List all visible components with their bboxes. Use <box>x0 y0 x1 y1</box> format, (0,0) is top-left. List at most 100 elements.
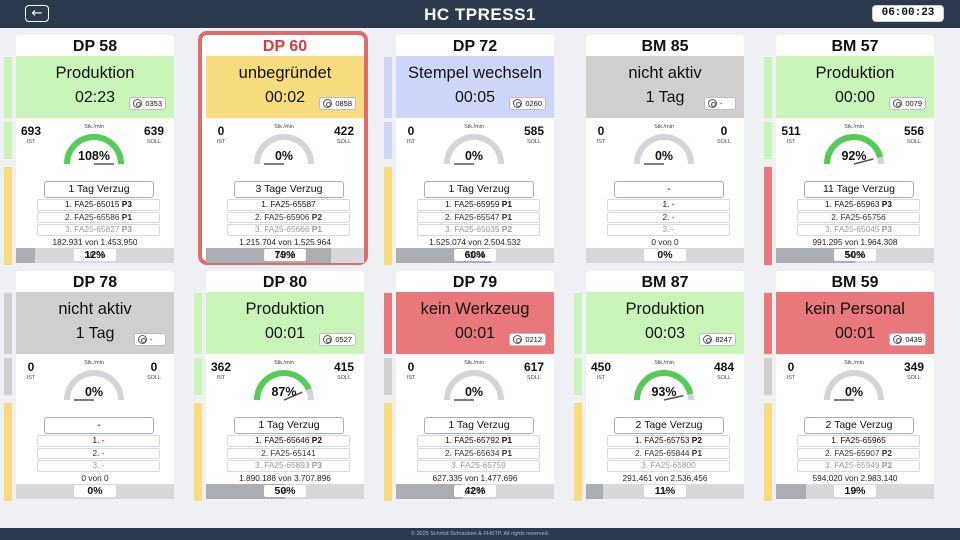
ist-number: 362 <box>210 360 232 374</box>
delay-badge: - <box>44 417 154 434</box>
order-row: 3. FA25-65035 P2 <box>417 224 540 236</box>
ist-value: 0 IST <box>392 124 430 145</box>
order-id: FA25-65586 <box>74 211 120 222</box>
order-row: 2. - <box>37 447 160 459</box>
arrow-left-icon: ← <box>31 6 43 21</box>
status-strip <box>384 403 392 501</box>
ist-value: 362 IST <box>202 360 240 381</box>
order-id: - <box>671 224 675 234</box>
rate-gauge: Stk./min 0% <box>629 124 699 174</box>
rate-gauge: Stk./min 0% <box>249 124 319 174</box>
user-icon <box>893 335 903 344</box>
status-panel: Produktion 02:23 0353 <box>16 56 174 118</box>
machine-card[interactable]: DP 78 nicht aktiv 1 Tag -0 IST 0 SOLL Stk./min 0… <box>4 271 174 501</box>
order-row: 2. FA25-65586 P1 <box>37 211 160 223</box>
status-strip <box>194 358 202 395</box>
order-row: 3. FA25-65893 P3 <box>227 460 350 472</box>
machine-card[interactable]: BM 87 Produktion 00:03 8247 450 IST 484 SOLL Stk… <box>574 271 744 501</box>
operator-id: - <box>150 335 153 344</box>
order-total: 0 von 0 <box>651 237 679 247</box>
order-priority: P2 <box>311 435 322 445</box>
delay-badge: 3 Tage Verzug <box>234 181 344 198</box>
machine-name: BM 57 <box>831 38 879 55</box>
order-row: 3. - <box>607 224 730 236</box>
gauge-percent: 0% <box>464 149 484 163</box>
order-total: 1.215.704 von 1.525.964 <box>239 237 331 247</box>
ist-number: 450 <box>590 360 612 374</box>
order-row: 1. FA25-65959 P1 <box>417 199 540 211</box>
order-id: FA25-65949 <box>834 460 880 470</box>
machine-card[interactable]: DP 72 Stempel wechseln 00:05 0260 0 IST 585 SOL… <box>384 35 554 265</box>
machine-card[interactable]: DP 60 unbegründet 00:02 0858 0 IST 422 SOLL Stk.… <box>194 31 368 265</box>
operator-id: 0212 <box>525 335 542 344</box>
user-icon <box>513 99 523 108</box>
back-button[interactable]: ← <box>25 5 49 22</box>
order-priority: P2 <box>691 435 702 445</box>
order-number: 2. <box>261 447 269 458</box>
order-number: 3. <box>825 460 832 470</box>
soll-number: 639 <box>143 124 165 138</box>
ist-value: 0 IST <box>392 360 430 381</box>
status-text: kein Personal <box>805 300 905 318</box>
delay-badge: 1 Tag Verzug <box>234 417 344 434</box>
machine-card[interactable]: DP 80 Produktion 00:01 0527 362 IST 415 SOLL Stk… <box>194 271 364 501</box>
order-number: 2. <box>635 447 642 458</box>
order-row: 1. FA25-65015 P3 <box>37 199 160 211</box>
order-row: 3. - <box>37 460 160 472</box>
order-number: 1. <box>445 435 452 445</box>
rate-gauge: Stk./min 0% <box>439 360 509 410</box>
order-list: 1. FA25-65792 P1 2. FA25-65634 P1 3. FA25-… <box>417 435 540 473</box>
machine-card[interactable]: BM 85 nicht aktiv 1 Tag -0 IST 0 SOLL Stk./min 0… <box>574 35 744 263</box>
order-id: - <box>101 435 105 445</box>
order-id: FA25-65634 <box>454 447 500 458</box>
operator-id: 0439 <box>905 335 922 344</box>
status-strip <box>574 403 582 501</box>
ist-label: IST <box>26 139 36 145</box>
order-number: 3. <box>451 460 459 470</box>
order-row: 3. FA25-65827 P3 <box>37 224 160 236</box>
order-id: FA25-65035 <box>454 224 500 234</box>
clock: 06:00:23 <box>872 5 944 22</box>
machine-card[interactable]: BM 57 Produktion 00:00 0079 511 IST 556 SOLL Stk… <box>764 35 934 265</box>
status-strip <box>764 293 772 354</box>
status-strip <box>384 122 392 159</box>
order-priority: P2 <box>881 447 892 458</box>
order-priority: P3 <box>881 199 892 209</box>
status-panel: unbegründet 00:02 0858 <box>206 56 364 118</box>
operator-badge: 8247 <box>699 333 736 346</box>
order-priority: P3 <box>121 224 132 234</box>
ist-number: 511 <box>781 124 801 138</box>
status-panel: nicht aktiv 1 Tag - <box>586 56 744 118</box>
operator-badge: 0527 <box>319 333 356 346</box>
soll-value: 484 SOLL <box>704 360 744 381</box>
soll-label: SOLL <box>526 139 542 145</box>
status-panel: Produktion 00:03 8247 <box>586 292 744 354</box>
order-id: FA25-65959 <box>454 199 500 209</box>
soll-label: SOLL <box>906 139 922 145</box>
status-strip <box>764 358 772 395</box>
ist-label: IST <box>216 375 226 381</box>
status-strip <box>4 122 12 159</box>
order-number: 1. <box>92 435 100 445</box>
gauge-percent: 87% <box>271 385 297 399</box>
order-number: 2. <box>65 211 72 222</box>
order-id: FA25-65756 <box>840 211 886 222</box>
order-list: 1. FA25-65015 P3 2. FA25-65586 P1 3. FA25-… <box>37 199 160 237</box>
user-icon <box>893 99 903 108</box>
user-icon <box>323 335 333 344</box>
gauge-percent: 93% <box>651 385 677 399</box>
order-number: 3. <box>825 224 832 234</box>
machine-card[interactable]: DP 79 kein Werkzeug 00:01 0212 0 IST 617 SOLL St… <box>384 271 554 501</box>
ist-number: 0 <box>597 124 605 138</box>
soll-label: SOLL <box>526 375 542 381</box>
top-bar: ← HC TPRESS1 06:00:23 <box>0 0 960 28</box>
order-list: 1. FA25-65753 P2 2. FA25-65844 P1 3. FA25-… <box>607 435 730 473</box>
soll-label: SOLL <box>336 139 352 145</box>
soll-number: 0 <box>150 360 158 374</box>
soll-number: 415 <box>333 360 355 374</box>
order-id: FA25-65015 <box>74 199 120 209</box>
machine-card[interactable]: BM 59 kein Personal 00:01 0439 0 IST 349 SOLL St… <box>764 271 934 501</box>
machine-card[interactable]: DP 58 Produktion 02:23 0353 693 IST 639 SOLL Stk… <box>4 35 174 265</box>
order-id: FA25-65587 <box>270 199 316 209</box>
status-strip <box>384 57 392 118</box>
